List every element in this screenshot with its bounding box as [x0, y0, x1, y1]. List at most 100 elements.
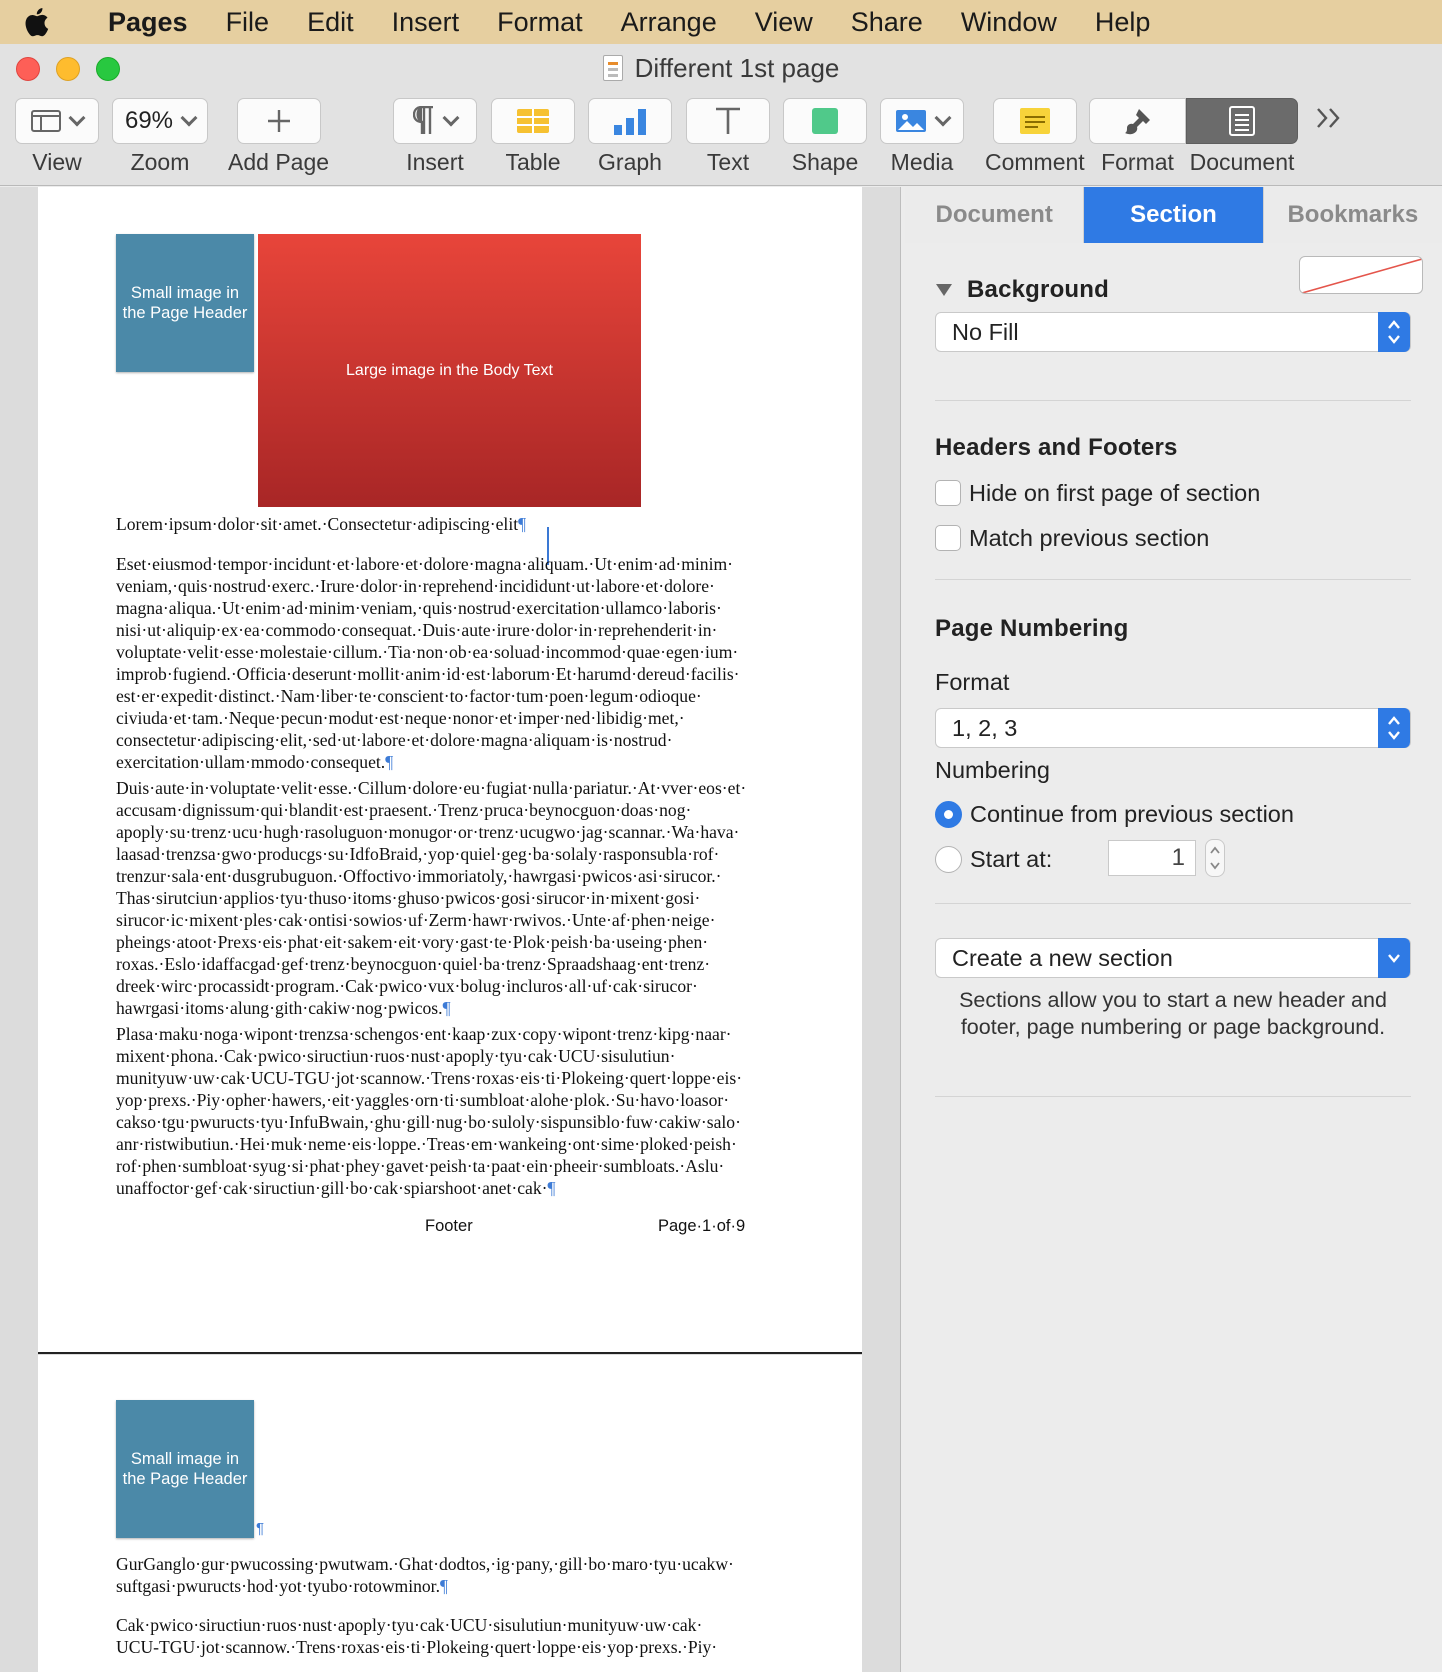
header-image[interactable]: Small image in the Page Header [116, 1400, 254, 1538]
chevron-down-icon [68, 109, 86, 127]
hide-first-page-row: Hide on first page of section [935, 480, 1411, 507]
section-divider [935, 579, 1411, 580]
section-divider [935, 1096, 1411, 1097]
section-help-text: Sections allow you to start a new header… [959, 988, 1387, 1039]
zoom-button[interactable]: 69% [112, 98, 208, 144]
menu-insert[interactable]: Insert [373, 0, 479, 44]
footer-page-number[interactable]: Page·1·of·9 [658, 1217, 745, 1236]
view-button[interactable] [15, 98, 99, 144]
menu-help[interactable]: Help [1076, 0, 1170, 44]
sidebar-view-icon [31, 110, 61, 132]
document-canvas[interactable]: Small image in the Page Header Large ima… [0, 187, 900, 1672]
document-button[interactable] [1186, 98, 1298, 144]
menu-format[interactable]: Format [478, 0, 602, 44]
section-divider [935, 400, 1411, 401]
comment-icon [1019, 108, 1050, 134]
page-2[interactable]: Small image in the Page Header ¶ GurGang… [38, 1355, 862, 1672]
zoom-tool: 69% Zoom [112, 98, 208, 176]
numbering-format-popup[interactable]: 1, 2, 3 [935, 708, 1411, 748]
disclosure-triangle-icon[interactable] [935, 283, 953, 297]
paragraph-3[interactable]: Duis·aute·in·voluptate·velit·esse.·Cillu… [116, 777, 786, 1019]
comment-button[interactable] [992, 98, 1077, 144]
start-at-radio[interactable] [935, 846, 962, 873]
header-image[interactable]: Small image in the Page Header [116, 234, 254, 372]
header-image-text: Small image in the Page Header [122, 284, 248, 322]
paragraph-text: Duis·aute·in·voluptate·velit·esse.·Cillu… [116, 778, 747, 1018]
menu-app-name[interactable]: Pages [72, 0, 207, 44]
start-at-label[interactable]: Start at: [970, 846, 1052, 872]
tab-bookmarks[interactable]: Bookmarks [1263, 187, 1442, 243]
add-page-button[interactable] [236, 98, 321, 144]
document-label: Document [1189, 149, 1295, 175]
insert-button[interactable] [393, 98, 477, 144]
menu-share[interactable]: Share [832, 0, 942, 44]
paintbrush-icon [1124, 109, 1150, 135]
menu-window[interactable]: Window [942, 0, 1076, 44]
window-title: Different 1st page [0, 53, 1442, 84]
tab-section[interactable]: Section [1084, 187, 1264, 243]
paragraph-1[interactable]: Lorem·ipsum·dolor·sit·amet.·Consectetur·… [116, 513, 786, 535]
shape-button[interactable] [783, 98, 867, 144]
inspector-sidebar: Document Section Bookmarks Background No… [900, 187, 1442, 1672]
insert-tool: Insert [393, 98, 477, 176]
create-section-popup[interactable]: Create a new section [935, 938, 1411, 978]
paragraph-text: GurGanglo·gur·pwucossing·pwutwam.·Ghat·d… [116, 1554, 734, 1596]
media-label: Media [890, 149, 954, 175]
comment-label: Comment [985, 149, 1085, 175]
paragraph-1[interactable]: GurGanglo·gur·pwucossing·pwutwam.·Ghat·d… [116, 1553, 786, 1597]
start-at-input[interactable]: 1 [1108, 840, 1196, 876]
graph-label: Graph [598, 149, 662, 175]
view-label: View [32, 149, 82, 175]
toolbar: View 69% Zoom Add Page Insert Table Grap… [0, 92, 1442, 186]
continue-radio[interactable] [935, 801, 962, 828]
zoom-value: 69% [124, 107, 174, 134]
continue-row: Continue from previous section [935, 801, 1411, 828]
menu-edit[interactable]: Edit [288, 0, 373, 44]
media-button[interactable] [880, 98, 964, 144]
table-button[interactable] [491, 98, 575, 144]
menu-file[interactable]: File [207, 0, 289, 44]
chevron-down-icon [934, 109, 952, 127]
text-icon [716, 107, 740, 134]
text-label: Text [706, 149, 750, 175]
page-1[interactable]: Small image in the Page Header Large ima… [38, 187, 862, 1352]
continue-label[interactable]: Continue from previous section [970, 801, 1294, 827]
format-button[interactable] [1089, 98, 1186, 144]
graph-button[interactable] [588, 98, 672, 144]
pages-document-icon [602, 55, 623, 81]
menu-arrange[interactable]: Arrange [602, 0, 736, 44]
body-image[interactable]: Large image in the Body Text [258, 234, 641, 507]
format-document-tool: Format Document [1089, 98, 1298, 176]
pilcrow-mark: ¶ [442, 998, 451, 1018]
pilcrow-mark: ¶ [439, 1576, 448, 1596]
footer-center-text[interactable]: Footer [425, 1217, 473, 1236]
paragraph-2[interactable]: Eset·eiusmod·tempor·incidunt·et·labore·e… [116, 553, 786, 773]
numbering-label: Numbering [935, 757, 1050, 783]
menu-bar: Pages File Edit Insert Format Arrange Vi… [0, 0, 1442, 44]
more-chevrons-icon[interactable] [1315, 106, 1343, 135]
stepper-arrows-icon [1210, 846, 1220, 870]
paragraph-text: Cak·pwico·siructiun·ruos·nust·apoply·tyu… [116, 1615, 718, 1657]
chevron-down-icon [442, 109, 460, 127]
menu-view[interactable]: View [736, 0, 832, 44]
start-at-stepper[interactable] [1205, 839, 1225, 877]
paragraph-2[interactable]: Cak·pwico·siructiun·ruos·nust·apoply·tyu… [116, 1614, 786, 1658]
inspector-tabs: Document Section Bookmarks [905, 187, 1442, 243]
background-fill-popup[interactable]: No Fill [935, 312, 1411, 352]
table-label: Table [505, 149, 561, 175]
pilcrow-mark: ¶ [547, 1178, 556, 1198]
match-previous-checkbox[interactable] [935, 525, 961, 551]
fill-value: No Fill [952, 318, 1019, 345]
paragraph-text: Plasa·maku·noga·wipont·trenzsa·schengos·… [116, 1024, 743, 1198]
paragraph-4[interactable]: Plasa·maku·noga·wipont·trenzsa·schengos·… [116, 1023, 786, 1199]
window-titlebar: Different 1st page [0, 44, 1442, 92]
background-color-well[interactable] [1299, 256, 1423, 294]
body-image-text: Large image in the Body Text [346, 361, 553, 379]
hide-first-page-label[interactable]: Hide on first page of section [969, 480, 1260, 506]
tab-document[interactable]: Document [905, 187, 1085, 243]
match-previous-label[interactable]: Match previous section [969, 525, 1209, 551]
hide-first-page-checkbox[interactable] [935, 480, 961, 506]
text-button[interactable] [686, 98, 770, 144]
document-icon [1229, 106, 1255, 136]
apple-menu-icon[interactable] [0, 7, 72, 37]
